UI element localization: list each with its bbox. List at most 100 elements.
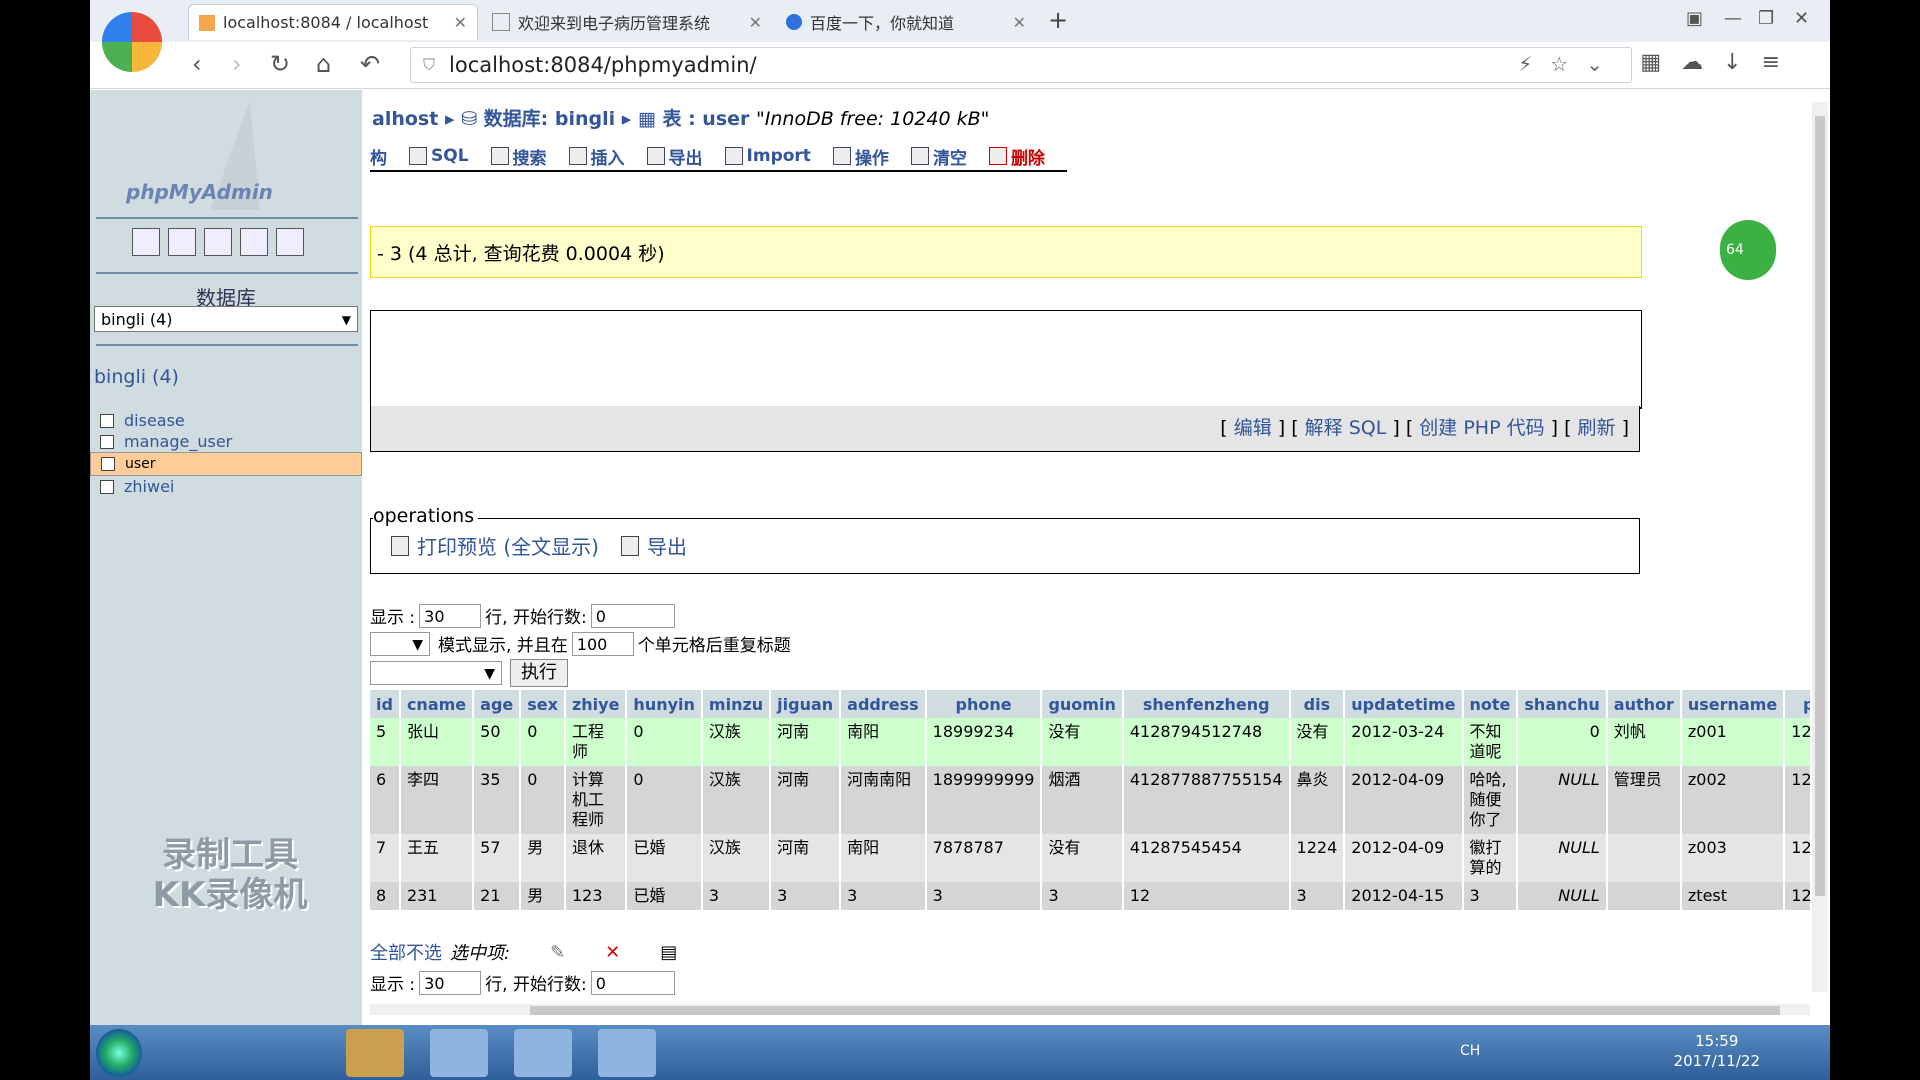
back-icon[interactable]: ‹ <box>192 50 202 78</box>
table-name[interactable]: disease <box>124 411 185 430</box>
sidebar-table-user[interactable]: user <box>90 452 362 476</box>
ie-icon[interactable] <box>258 1029 316 1077</box>
column-header-cname[interactable]: cname <box>399 690 475 718</box>
system-clock[interactable]: 15:59 2017/11/22 <box>1674 1031 1760 1071</box>
deselect-all-link[interactable]: 全部不选 <box>370 939 442 965</box>
sidebar-table-disease[interactable]: disease <box>90 410 362 431</box>
help-icon[interactable] <box>276 228 304 256</box>
maximize-icon[interactable]: ❐ <box>1758 8 1774 29</box>
close-icon[interactable]: ✕ <box>454 13 467 32</box>
export-icon[interactable]: ▤ <box>660 942 677 963</box>
undo-icon[interactable]: ↶ <box>360 50 380 78</box>
horizontal-scrollbar[interactable] <box>370 1004 1810 1015</box>
docs-icon[interactable] <box>240 228 268 256</box>
column-header-note[interactable]: note <box>1462 690 1519 718</box>
column-header-age[interactable]: age <box>473 690 522 718</box>
column-header-zhiye[interactable]: zhiye <box>564 690 628 718</box>
export-link[interactable]: 导出 <box>621 531 687 560</box>
menu-import[interactable]: Import <box>724 142 811 170</box>
create-php-link[interactable]: 创建 PHP 代码 <box>1419 417 1544 439</box>
column-header-guomin[interactable]: guomin <box>1041 690 1124 718</box>
window-close-icon[interactable]: ✕ <box>1794 8 1809 29</box>
column-header-updatetime[interactable]: updatetime <box>1344 690 1464 718</box>
sql-query-icon[interactable] <box>204 228 232 256</box>
go-button[interactable]: 执行 <box>510 659 568 687</box>
rows-input[interactable]: 30 <box>419 603 482 628</box>
column-header-sex[interactable]: sex <box>520 690 566 718</box>
menu-insert[interactable]: 插入 <box>568 142 625 170</box>
column-header-dis[interactable]: dis <box>1289 690 1346 718</box>
app-icon[interactable] <box>170 1029 228 1077</box>
tab-baidu[interactable]: 百度一下，你就知道 ✕ <box>776 4 1036 40</box>
table-row[interactable]: 5 张山 50 0 工程师 0 汉族 河南 南阳 18999234 没有 4128794512748 没… <box>370 718 1810 766</box>
column-header-author[interactable]: author <box>1606 690 1682 718</box>
column-header-jiguan[interactable]: jiguan <box>770 690 842 718</box>
breadcrumb-server[interactable]: alhost <box>372 108 438 130</box>
breadcrumb-table[interactable]: 表 : user <box>662 108 749 130</box>
reload-icon[interactable]: ↻ <box>270 50 290 78</box>
column-header-shanchu[interactable]: shanchu <box>1517 690 1608 718</box>
close-icon[interactable]: ✕ <box>749 13 762 32</box>
menu-drop[interactable]: 删除 <box>988 142 1045 170</box>
tab-phpmyadmin[interactable]: localhost:8084 / localhost ✕ <box>188 4 478 40</box>
column-header-phone[interactable]: phone <box>925 690 1043 718</box>
phpmyadmin-logo[interactable]: phpMyAdmin <box>126 180 273 204</box>
repeat-headers-input[interactable]: 100 <box>571 631 634 656</box>
url-action-icons[interactable]: ⚡☆⌄ <box>1518 52 1621 76</box>
vertical-scrollbar[interactable] <box>1812 102 1828 992</box>
mode-select[interactable]: ▼ <box>370 631 430 656</box>
print-preview-link[interactable]: 打印预览 (全文显示) <box>391 531 599 560</box>
browser-toolbar-icons[interactable]: ▦☁↓≡ <box>1640 50 1800 75</box>
floating-badge[interactable]: 64 <box>1720 220 1776 280</box>
table-name[interactable]: user <box>125 452 156 476</box>
start-button-icon[interactable] <box>96 1029 142 1077</box>
rows-input[interactable]: 30 <box>419 970 482 995</box>
recorder-taskbar-icon[interactable] <box>598 1029 656 1077</box>
new-tab-plus-icon[interactable]: + <box>1048 6 1068 34</box>
home-icon[interactable] <box>132 228 160 256</box>
column-header-shenfenzheng[interactable]: shenfenzheng <box>1122 690 1291 718</box>
pin-icon[interactable]: ▣ <box>1686 8 1703 29</box>
menu-sql[interactable]: SQL <box>409 142 469 170</box>
editor-taskbar-icon[interactable] <box>514 1029 572 1077</box>
delete-x-icon[interactable]: ✕ <box>605 942 620 963</box>
column-header-pwd[interactable]: pwd <box>1784 690 1810 718</box>
explain-sql-link[interactable]: 解释 SQL <box>1305 417 1387 439</box>
exit-icon[interactable] <box>168 228 196 256</box>
folder-icon[interactable] <box>346 1029 404 1077</box>
start-row-input[interactable]: 0 <box>590 603 675 628</box>
menu-export[interactable]: 导出 <box>646 142 703 170</box>
edit-link[interactable]: 编辑 <box>1234 417 1272 439</box>
home-icon[interactable]: ⌂ <box>316 50 331 78</box>
table-row[interactable]: 6 李四 35 0 计算机工程师 0 汉族 河南 河南南阳 1899999999 烟酒 4128778… <box>370 766 1810 834</box>
column-header-minzu[interactable]: minzu <box>701 690 772 718</box>
browser-taskbar-icon[interactable] <box>430 1029 488 1077</box>
sidebar-table-manage-user[interactable]: manage_user <box>90 431 362 452</box>
refresh-link[interactable]: 刷新 <box>1578 417 1616 439</box>
start-row-input[interactable]: 0 <box>590 970 675 995</box>
url-text[interactable]: localhost:8084/phpmyadmin/ <box>449 53 757 77</box>
menu-empty[interactable]: 清空 <box>910 142 967 170</box>
url-bar[interactable]: ⛉ localhost:8084/phpmyadmin/ ⚡☆⌄ <box>410 47 1632 83</box>
database-name-link[interactable]: bingli (4) <box>94 366 179 388</box>
column-header-username[interactable]: username <box>1680 690 1786 718</box>
menu-operations[interactable]: 操作 <box>832 142 889 170</box>
table-name[interactable]: manage_user <box>124 432 232 451</box>
menu-structure[interactable]: 构 <box>370 142 387 170</box>
menu-search[interactable]: 搜索 <box>490 142 547 170</box>
breadcrumb-database[interactable]: 数据库: bingli <box>484 108 615 130</box>
tab-emr[interactable]: 欢迎来到电子病历管理系统 ✕ <box>482 4 772 40</box>
column-header-hunyin[interactable]: hunyin <box>626 690 703 718</box>
forward-icon[interactable]: › <box>232 50 242 78</box>
table-name[interactable]: zhiwei <box>124 477 174 496</box>
minimize-icon[interactable]: — <box>1724 8 1742 29</box>
scrollbar-thumb[interactable] <box>1815 116 1825 896</box>
table-row[interactable]: 7 王五 57 男退休 已婚 汉族 河南 南阳 7878787 没有 41287545454 1224… <box>370 834 1810 882</box>
sidebar-table-zhiwei[interactable]: zhiwei <box>90 476 362 497</box>
database-select[interactable]: bingli (4) ▼ <box>94 306 358 332</box>
edit-pencil-icon[interactable]: ✎ <box>550 942 565 963</box>
sort-select[interactable]: ▼ <box>370 661 502 685</box>
table-row[interactable]: 8 231 21 男 123 已婚 3 3 3 3 3 12 3 2012-04-15 3 NULL ztest… <box>370 882 1810 910</box>
column-header-address[interactable]: address <box>840 690 927 718</box>
scrollbar-thumb[interactable] <box>530 1006 1780 1015</box>
